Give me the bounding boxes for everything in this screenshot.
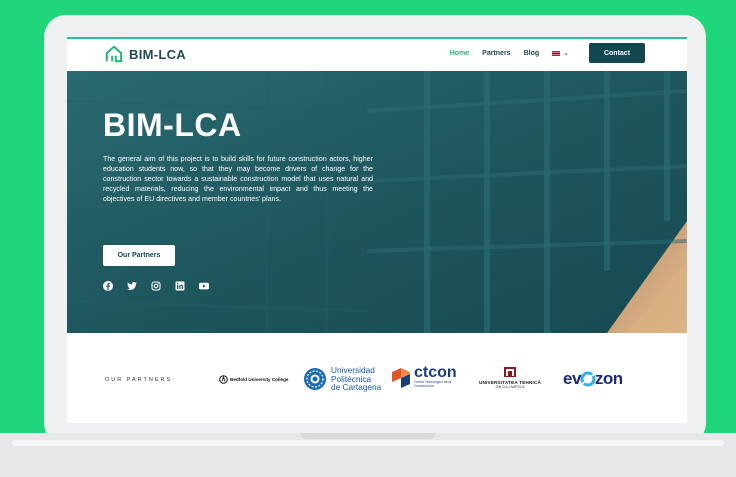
partner-logo-bedford[interactable]: Bedfold University College <box>219 375 288 384</box>
partner-logo-upct[interactable]: Universidad Politécnica de Cartagena <box>303 366 381 392</box>
nav-home[interactable]: Home <box>450 50 469 57</box>
twitter-icon[interactable] <box>127 281 137 291</box>
partner-logo-evozon[interactable]: ev zon <box>563 369 623 389</box>
social-links <box>103 281 223 291</box>
facebook-icon[interactable] <box>103 281 113 291</box>
utcn-sub: DIN CLUJ-NAPOCA <box>495 385 525 389</box>
bedford-emblem-icon <box>219 375 228 384</box>
uk-flag-icon <box>552 50 561 56</box>
brand-name: BIM-LCA <box>129 46 186 62</box>
hero-title: BIM-LCA <box>103 107 242 143</box>
evozon-text-start: ev <box>563 369 581 388</box>
utcn-emblem-icon <box>504 367 517 377</box>
upct-name: Universidad Politécnica de Cartagena <box>331 366 381 392</box>
hero-description: The general aim of this project is to bu… <box>103 155 373 204</box>
upct-line-3: de Cartagena <box>331 382 382 393</box>
instagram-icon[interactable] <box>151 281 161 291</box>
hero-content: BIM-LCA The general aim of this project … <box>103 107 373 291</box>
house-logo-icon <box>105 45 123 63</box>
ctcon-name: ctcon <box>414 364 457 381</box>
partner-logo-utcn[interactable]: UNIVERSITATEA TEHNICĂ DIN CLUJ-NAPOCA <box>479 367 541 389</box>
partners-strip: OUR PARTNERS: Bedfold University College… <box>67 333 687 423</box>
nav-blog[interactable]: Blog <box>524 50 540 57</box>
hero-section: BIM-LCA The general aim of this project … <box>67 71 687 333</box>
laptop-notch <box>300 433 436 439</box>
nav-partners[interactable]: Partners <box>482 50 510 57</box>
website-screen: BIM-LCA Home Partners Blog ⌄ Contact BIM… <box>67 37 687 423</box>
linkedin-icon[interactable] <box>175 281 185 291</box>
nav-links: Home Partners Blog ⌄ Contact <box>450 43 645 63</box>
evozon-text-end: zon <box>594 369 623 388</box>
upct-emblem-icon <box>304 367 326 390</box>
partners-label: OUR PARTNERS: <box>105 377 176 383</box>
partner-logo-ctcon[interactable]: ctcon Centro Tecnológico de la Construcc… <box>390 365 457 388</box>
ctcon-emblem-icon <box>392 367 410 388</box>
contact-button[interactable]: Contact <box>589 43 645 63</box>
chevron-down-icon: ⌄ <box>563 50 569 57</box>
navbar: BIM-LCA Home Partners Blog ⌄ Contact <box>67 37 687 71</box>
ctcon-sub-2: Construcción <box>414 384 434 388</box>
our-partners-button[interactable]: Our Partners <box>103 245 175 266</box>
youtube-icon[interactable] <box>199 281 209 291</box>
laptop-base-edge <box>12 440 724 446</box>
language-selector[interactable]: ⌄ <box>552 49 569 57</box>
bedford-name: Bedfold University College <box>230 377 289 382</box>
evozon-o-icon <box>580 371 596 387</box>
site-logo[interactable]: BIM-LCA <box>105 45 186 63</box>
ctcon-text: ctcon Centro Tecnológico de la Construcc… <box>414 364 457 389</box>
